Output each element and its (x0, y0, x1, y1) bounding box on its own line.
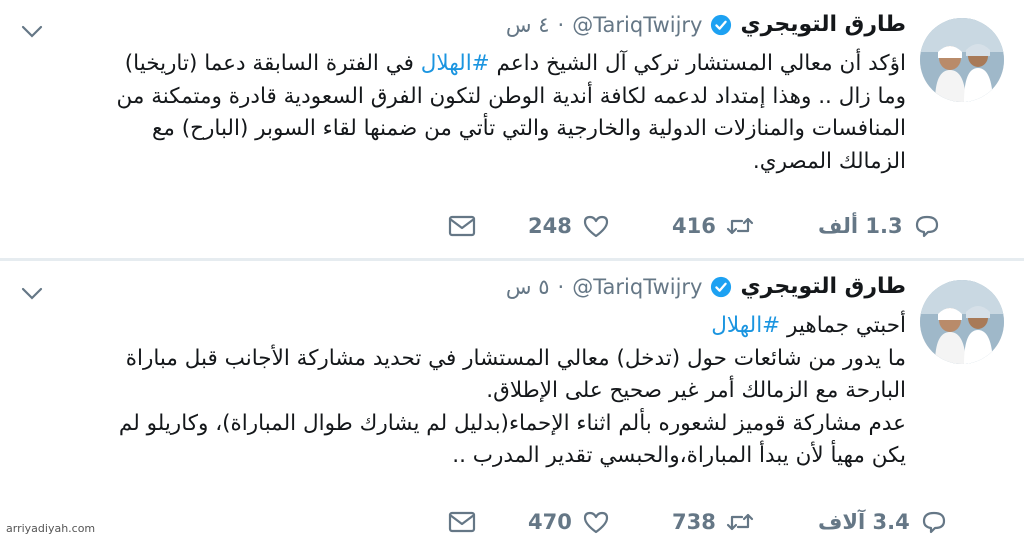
retweet-icon (726, 513, 753, 531)
tweet-text-part: اؤكد أن معالي المستشار تركي آل الشيخ داع… (489, 51, 906, 76)
like-count: 470 (528, 510, 572, 534)
tweet[interactable]: طارق التويجري @TariqTwijry · ٥ س أحبتي ج… (0, 262, 1024, 539)
hashtag-link[interactable]: #الهلال (421, 51, 490, 76)
verified-icon (711, 14, 732, 35)
tweet-text-paragraph: عدم مشاركة قوميز لشعوره بألم اثناء الإحم… (118, 410, 906, 469)
source-credit: arriyadiyah.com (6, 522, 96, 535)
divider (0, 258, 1024, 261)
reply-button[interactable]: 3.4 آلاف (818, 502, 948, 542)
like-count: 248 (528, 214, 572, 238)
reply-button[interactable]: 1.3 ألف (818, 206, 941, 246)
retweet-button[interactable]: 738 (672, 502, 754, 542)
tweet-header: طارق التويجري @TariqTwijry · ٥ س (506, 274, 906, 299)
like-button[interactable]: 248 (528, 206, 610, 246)
tweet-actions: 3.4 آلاف 738 470 (0, 502, 1024, 542)
tweet-text-part: أحبتي جماهير (780, 313, 906, 338)
separator-dot: · (557, 274, 565, 299)
direct-message-button[interactable] (448, 206, 476, 246)
chevron-down-icon[interactable] (20, 22, 44, 42)
retweet-button[interactable]: 416 (672, 206, 754, 246)
separator-dot: · (557, 12, 565, 37)
handle[interactable]: @TariqTwijry (572, 13, 702, 37)
chevron-down-icon[interactable] (20, 284, 44, 304)
reply-count: 3.4 آلاف (818, 510, 910, 534)
reply-icon (915, 215, 938, 238)
message-icon (448, 215, 476, 237)
handle[interactable]: @TariqTwijry (572, 275, 702, 299)
tweet-actions: 1.3 ألف 416 248 (0, 206, 1024, 246)
verified-icon (711, 276, 732, 297)
reply-icon (922, 511, 945, 534)
like-button[interactable]: 470 (528, 502, 610, 542)
like-icon (583, 511, 608, 534)
avatar-photo (920, 18, 1004, 102)
avatar[interactable] (920, 18, 1004, 102)
hashtag-link[interactable]: #الهلال (711, 313, 780, 338)
avatar-photo (920, 280, 1004, 364)
direct-message-button[interactable] (448, 502, 476, 542)
timestamp[interactable]: ٤ س (506, 13, 550, 37)
display-name[interactable]: طارق التويجري (740, 274, 906, 299)
retweet-count: 416 (672, 214, 716, 238)
timestamp[interactable]: ٥ س (506, 275, 550, 299)
avatar[interactable] (920, 280, 1004, 364)
tweet-header: طارق التويجري @TariqTwijry · ٤ س (506, 12, 906, 37)
reply-count: 1.3 ألف (818, 214, 903, 238)
tweet-text-line: أحبتي جماهير #الهلال (116, 310, 906, 343)
tweet-text: اؤكد أن معالي المستشار تركي آل الشيخ داع… (116, 48, 907, 178)
tweet-text: أحبتي جماهير #الهلال ما يدور من شائعات ح… (116, 310, 906, 473)
tweet-text-paragraph: ما يدور من شائعات حول (تدخل) معالي المست… (125, 345, 906, 404)
retweet-count: 738 (672, 510, 716, 534)
tweet[interactable]: طارق التويجري @TariqTwijry · ٤ س اؤكد أن… (0, 0, 1024, 262)
display-name[interactable]: طارق التويجري (740, 12, 906, 37)
retweet-icon (726, 217, 753, 235)
message-icon (448, 511, 476, 533)
like-icon (583, 215, 608, 238)
